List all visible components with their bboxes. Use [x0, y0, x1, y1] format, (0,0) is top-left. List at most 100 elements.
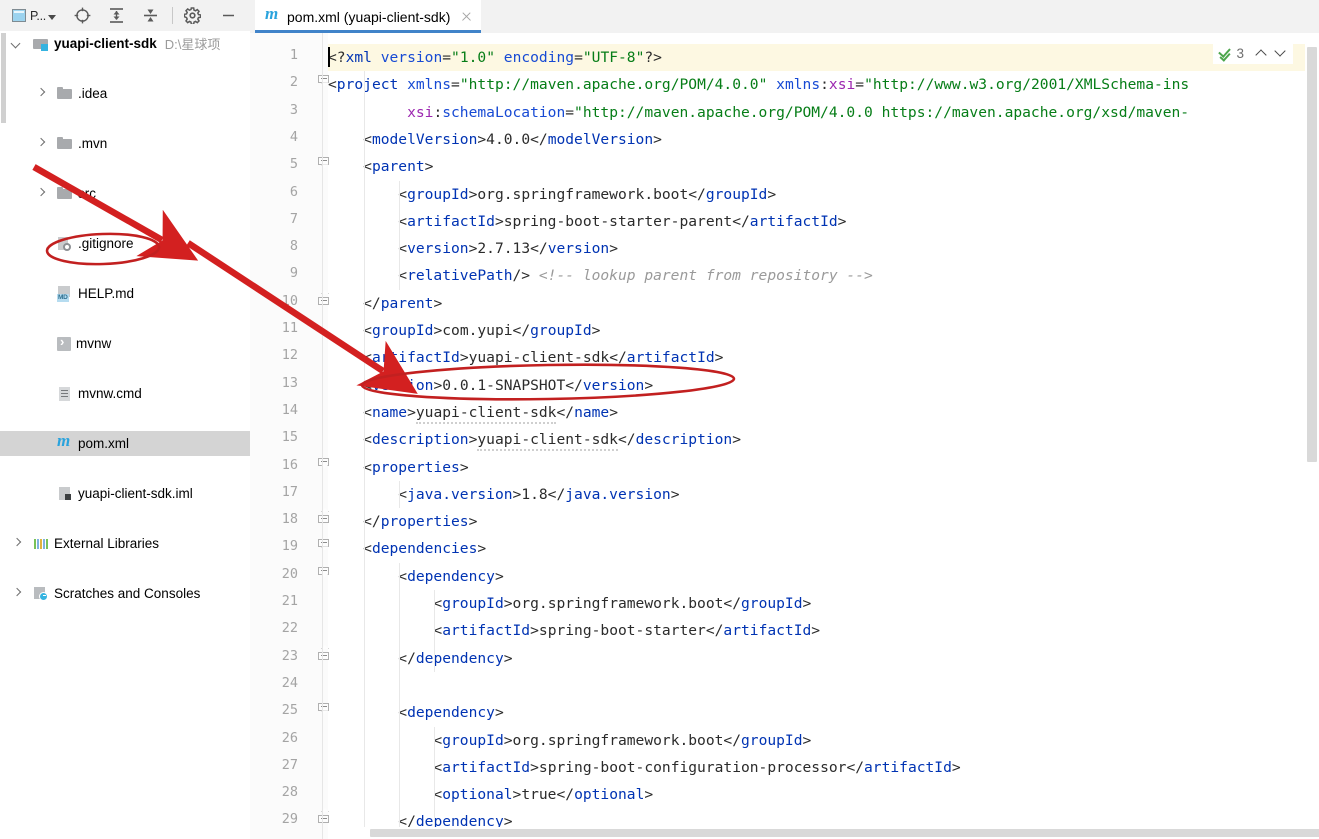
gutter-row[interactable]: 24	[250, 672, 328, 699]
gutter-row[interactable]: 14	[250, 399, 328, 426]
code-line[interactable]: <groupId>com.yupi</groupId>	[328, 317, 600, 344]
gutter-row[interactable]: 29	[250, 808, 329, 835]
code-token: spring-boot-configuration-processor	[538, 758, 847, 776]
project-tree-scrollbar[interactable]	[0, 33, 6, 263]
chevron-right-icon[interactable]	[12, 588, 23, 599]
scrollbar-thumb[interactable]	[1, 33, 6, 123]
code-line[interactable]: </dependency>	[328, 645, 512, 672]
gutter-row[interactable]: 10	[250, 290, 329, 317]
gutter-row[interactable]: 22	[250, 617, 328, 644]
editor-gutter[interactable]: 1 2 3 4 5 6 7 8 9 10 11 12 13 14 15 16 17 18 19 20 21 22 23 24 2…	[250, 33, 329, 839]
code-line[interactable]: </properties>	[328, 508, 477, 535]
settings-gear-icon[interactable]	[180, 3, 206, 29]
code-token: :	[820, 76, 829, 94]
chevron-right-icon[interactable]	[36, 88, 47, 99]
code-line[interactable]: <?xml version="1.0" encoding="UTF-8"?>	[328, 44, 1319, 72]
code-line[interactable]: <artifactId>yuapi-client-sdk</artifactId…	[328, 344, 723, 371]
chevron-down-icon[interactable]	[1273, 45, 1289, 61]
code-line[interactable]: <dependency>	[328, 563, 503, 590]
gutter-row[interactable]: 3	[250, 99, 328, 126]
code-line[interactable]: <artifactId>spring-boot-starter-parent</…	[328, 208, 846, 235]
code-line[interactable]: </parent>	[328, 290, 442, 317]
gutter-row[interactable]: 28	[250, 781, 328, 808]
gutter-row[interactable]: 9	[250, 262, 328, 289]
tab-pom-xml[interactable]: pom.xml (yuapi-client-sdk)	[255, 0, 482, 33]
tree-item-mvnw-cmd[interactable]: mvnw.cmd	[0, 381, 250, 406]
tree-item-pom-xml[interactable]: pom.xml	[0, 431, 250, 456]
gutter-row[interactable]: 11	[250, 317, 328, 344]
tree-item-mvn[interactable]: .mvn	[0, 131, 250, 156]
gutter-row[interactable]: 23	[250, 645, 329, 672]
code-line[interactable]: <artifactId>spring-boot-starter</artifac…	[328, 617, 820, 644]
gutter-row[interactable]: 6	[250, 181, 328, 208]
project-selector[interactable]: P...	[12, 3, 56, 29]
code-line[interactable]: <optional>true</optional>	[328, 781, 653, 808]
tree-item-src[interactable]: src	[0, 181, 250, 206]
gutter-row[interactable]: 4	[250, 126, 328, 153]
code-line[interactable]: <name>yuapi-client-sdk</name>	[328, 399, 618, 426]
gutter-row[interactable]: 5	[250, 153, 329, 180]
gutter-row[interactable]: 25	[250, 699, 329, 726]
code-line[interactable]: <project xmlns="http://maven.apache.org/…	[328, 71, 1189, 98]
expand-all-icon[interactable]	[104, 3, 130, 29]
code-line[interactable]: <properties>	[328, 454, 468, 481]
gutter-row[interactable]: 12	[250, 344, 328, 371]
code-line[interactable]: <description>yuapi-client-sdk</descripti…	[328, 426, 741, 453]
inspections-widget[interactable]: 3	[1213, 42, 1293, 64]
hide-icon[interactable]	[216, 3, 242, 29]
gutter-row[interactable]: 20	[250, 563, 329, 590]
tree-item-yuapi-client-sdk[interactable]: yuapi-client-sdk D:\星球项	[0, 31, 250, 56]
tree-item-gitignore[interactable]: .gitignore	[0, 231, 250, 256]
code-line[interactable]: <artifactId>spring-boot-configuration-pr…	[328, 754, 960, 781]
code-line[interactable]: <version>0.0.1-SNAPSHOT</version>	[328, 372, 653, 399]
scrollbar-thumb[interactable]	[370, 829, 1319, 837]
code-line[interactable]: <version>2.7.13</version>	[328, 235, 618, 262]
chevron-right-icon[interactable]	[36, 188, 47, 199]
code-editor[interactable]: 1 2 3 4 5 6 7 8 9 10 11 12 13 14 15 16 17 18 19 20 21 22 23 24 2…	[250, 33, 1319, 839]
chevron-right-icon[interactable]	[12, 538, 23, 549]
close-icon[interactable]	[460, 10, 473, 23]
gutter-row[interactable]: 7	[250, 208, 328, 235]
gutter-row[interactable]: 17	[250, 481, 328, 508]
code-line[interactable]: <java.version>1.8</java.version>	[328, 481, 679, 508]
code-line[interactable]: <parent>	[328, 153, 433, 180]
gutter-row[interactable]: 19	[250, 535, 329, 562]
tree-item-external-libraries[interactable]: External Libraries	[0, 531, 250, 556]
tree-item-help-md[interactable]: HELP.md	[0, 281, 250, 306]
collapse-all-icon[interactable]	[138, 3, 164, 29]
tree-item-mvnw[interactable]: mvnw	[0, 331, 250, 356]
code-line[interactable]: <dependency>	[328, 699, 503, 726]
code-line[interactable]: <modelVersion>4.0.0</modelVersion>	[328, 126, 662, 153]
code-line[interactable]: <dependencies>	[328, 535, 486, 562]
project-tree[interactable]: yuapi-client-sdk D:\星球项 .idea .mvn src .…	[0, 31, 250, 839]
tree-item-scratches-and-consoles[interactable]: Scratches and Consoles	[0, 581, 250, 606]
gutter-row[interactable]: 13	[250, 372, 328, 399]
gutter-row[interactable]: 27	[250, 754, 328, 781]
gutter-row[interactable]: 26	[250, 727, 328, 754]
gutter-row[interactable]: 8	[250, 235, 328, 262]
gutter-row[interactable]: 2	[250, 71, 329, 98]
chevron-right-icon[interactable]	[36, 138, 47, 149]
code-line[interactable]: xsi:schemaLocation="http://maven.apache.…	[328, 99, 1189, 126]
code-token: </	[328, 513, 381, 531]
editor-vertical-scrollbar[interactable]	[1305, 33, 1319, 839]
code-line[interactable]: <groupId>org.springframework.boot</group…	[328, 727, 811, 754]
code-line[interactable]: <relativePath/> <!-- lookup parent from …	[328, 262, 872, 289]
code-content[interactable]: <?xml version="1.0" encoding="UTF-8"?> <p…	[328, 33, 1319, 839]
chevron-up-icon[interactable]	[1254, 45, 1270, 61]
editor-horizontal-scrollbar[interactable]	[328, 827, 1319, 839]
chevron-down-icon[interactable]	[12, 38, 23, 49]
code-token: <	[328, 540, 372, 558]
gutter-row[interactable]: 21	[250, 590, 328, 617]
code-line[interactable]: <groupId>org.springframework.boot</group…	[328, 181, 776, 208]
gutter-row[interactable]: 16	[250, 454, 329, 481]
scrollbar-thumb[interactable]	[1307, 47, 1317, 462]
tree-item-iml[interactable]: yuapi-client-sdk.iml	[0, 481, 250, 506]
gutter-row[interactable]: 1	[250, 44, 328, 71]
tree-item-idea[interactable]: .idea	[0, 81, 250, 106]
locate-icon[interactable]	[70, 3, 96, 29]
code-line[interactable]: <groupId>org.springframework.boot</group…	[328, 590, 811, 617]
gutter-row[interactable]: 18	[250, 508, 329, 535]
gutter-row[interactable]: 15	[250, 426, 328, 453]
